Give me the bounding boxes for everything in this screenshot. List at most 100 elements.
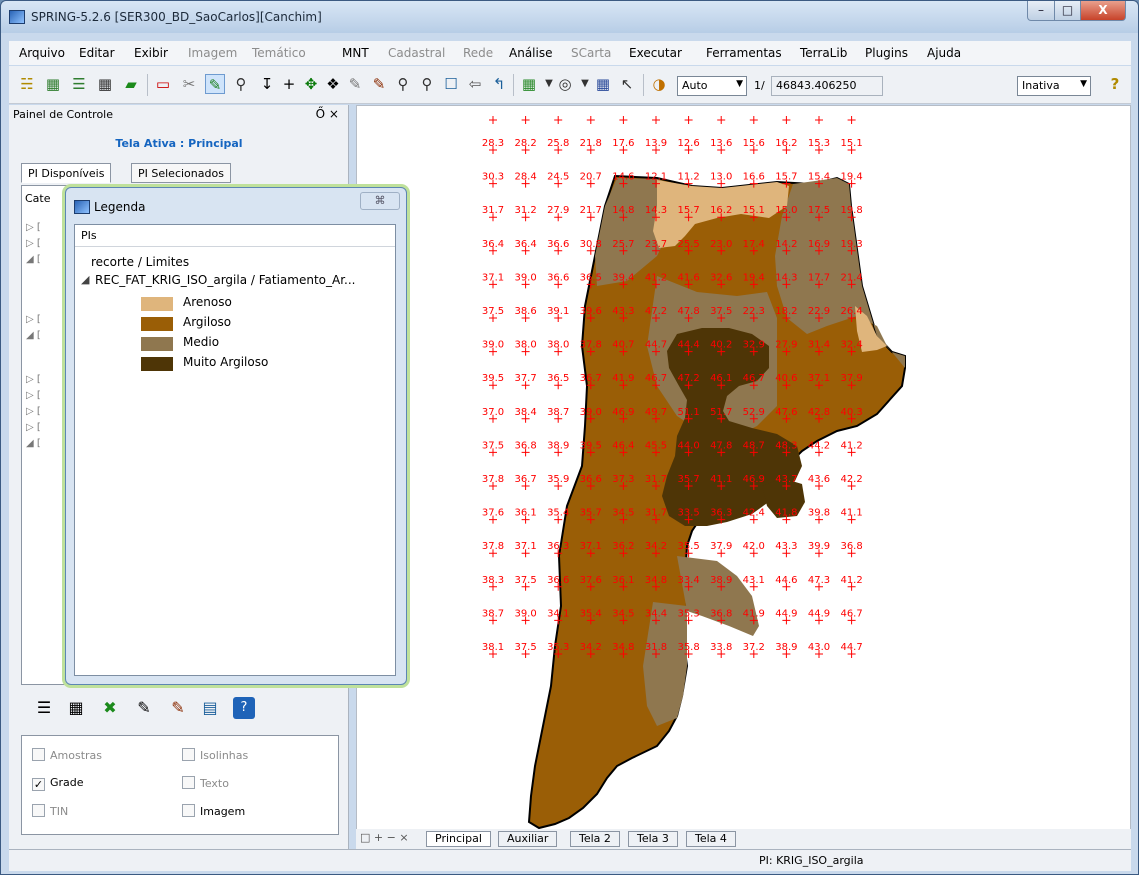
menu-terralib[interactable]: TerraLib bbox=[800, 46, 847, 60]
undo-icon[interactable]: ↰ bbox=[489, 74, 509, 94]
draw-active-icon[interactable]: ✎ bbox=[205, 74, 225, 94]
legend-item-limits[interactable]: recorte / Limites bbox=[91, 255, 189, 269]
menu-bar: Arquivo Editar Exibir Imagem Temático MN… bbox=[9, 41, 1131, 65]
project-icon[interactable]: ▦ bbox=[43, 74, 63, 94]
tab-pi-selecionados[interactable]: PI Selecionados bbox=[131, 163, 231, 183]
tree-collapse-icon[interactable]: ◢ [ bbox=[26, 254, 41, 265]
chevron-down-icon: ▼ bbox=[1080, 79, 1087, 89]
legend-collapse-icon[interactable]: ◢ bbox=[81, 273, 89, 286]
tab-tela-4[interactable]: Tela 4 bbox=[686, 831, 736, 847]
legend-window[interactable]: Legenda ⌘ PIs recorte / Limites ◢ REC_FA… bbox=[65, 187, 407, 685]
help-icon[interactable]: ? bbox=[233, 697, 255, 719]
tree-collapse-icon[interactable]: ◢ [ bbox=[26, 330, 41, 341]
checkbox-box bbox=[32, 804, 45, 817]
cut-icon[interactable]: ✂ bbox=[179, 74, 199, 94]
tree-expand-icon[interactable]: ▷ [ bbox=[26, 422, 41, 433]
map-svg: 28.3 28.2 25.8 21.8 17.6 13.9 12.6 13.6 15.6 16.2… bbox=[482, 116, 906, 830]
list-icon[interactable]: ☰ bbox=[33, 697, 55, 719]
menu-cadastral[interactable]: Cadastral bbox=[388, 46, 445, 60]
menu-plugins[interactable]: Plugins bbox=[865, 46, 908, 60]
tab-pi-disponiveis[interactable]: PI Disponíveis bbox=[21, 163, 112, 183]
menu-ajuda[interactable]: Ajuda bbox=[927, 46, 961, 60]
magnify-minus-icon[interactable]: ⚲ bbox=[417, 74, 437, 94]
frame-icon[interactable]: ▭ bbox=[153, 74, 173, 94]
tab-controls[interactable]: □ + − × bbox=[360, 831, 409, 844]
check-amostras[interactable]: Amostras bbox=[32, 748, 102, 762]
tree-expand-icon[interactable]: ▷ [ bbox=[26, 390, 41, 401]
back-arrow-icon[interactable]: ⇦ bbox=[465, 74, 485, 94]
tree-expand-icon[interactable]: ▷ [ bbox=[26, 406, 41, 417]
edit-icon[interactable]: ✎ bbox=[133, 697, 155, 719]
pencil-icon[interactable]: ✎ bbox=[369, 74, 389, 94]
check-label: Isolinhas bbox=[200, 749, 249, 762]
legend-item-slicing[interactable]: REC_FAT_KRIG_ISO_argila / Fatiamento_Ar.… bbox=[95, 273, 356, 287]
panel-float-close-icon[interactable]: Ő × bbox=[316, 107, 339, 121]
legend-class-label: Muito Argiloso bbox=[183, 355, 269, 369]
grid-cross bbox=[749, 116, 758, 124]
menu-ferramentas[interactable]: Ferramentas bbox=[706, 46, 782, 60]
book-icon[interactable]: ▤ bbox=[199, 697, 221, 719]
pan-icon[interactable]: ✥ bbox=[301, 74, 321, 94]
menu-exibir[interactable]: Exibir bbox=[134, 46, 168, 60]
polygon-icon[interactable]: ▰ bbox=[121, 74, 141, 94]
check-tin[interactable]: TIN bbox=[32, 804, 68, 818]
zoom-icon[interactable]: ⚲ bbox=[231, 74, 251, 94]
tree-expand-icon[interactable]: ▷ [ bbox=[26, 222, 41, 233]
title-bar[interactable]: SPRING-5.2.6 [SER300_BD_SaoCarlos][Canch… bbox=[1, 1, 1138, 33]
menu-executar[interactable]: Executar bbox=[629, 46, 682, 60]
menu-scarta[interactable]: SCarta bbox=[571, 46, 611, 60]
database-icon[interactable]: ☵ bbox=[17, 74, 37, 94]
tree-expand-icon[interactable]: ▷ [ bbox=[26, 314, 41, 325]
tab-principal[interactable]: Principal bbox=[426, 831, 491, 847]
check-grade[interactable]: ✓ Grade bbox=[32, 776, 84, 791]
minimize-button[interactable]: – bbox=[1027, 1, 1055, 21]
dropdown-arrow-icon[interactable]: ▼ bbox=[575, 74, 595, 94]
scale-field[interactable]: 46843.406250 bbox=[771, 76, 883, 96]
tree-expand-icon[interactable]: ▷ [ bbox=[26, 374, 41, 385]
grid-cross bbox=[554, 116, 563, 124]
check-label: Amostras bbox=[50, 749, 103, 762]
tab-tela-3[interactable]: Tela 3 bbox=[628, 831, 678, 847]
tree-collapse-icon[interactable]: ◢ [ bbox=[26, 438, 41, 449]
menu-imagem[interactable]: Imagem bbox=[188, 46, 237, 60]
tab-auxiliar[interactable]: Auxiliar bbox=[498, 831, 558, 847]
menu-analise[interactable]: Análise bbox=[509, 46, 552, 60]
tree-expand-icon[interactable]: ▷ [ bbox=[26, 238, 41, 249]
palette-icon[interactable]: ◑ bbox=[649, 74, 669, 94]
state-select[interactable]: Inativa ▼ bbox=[1017, 76, 1091, 96]
swatch-muito-argiloso bbox=[141, 357, 173, 371]
lasso-icon[interactable]: ☐ bbox=[441, 74, 461, 94]
map-canvas[interactable]: 28.3 28.2 25.8 21.8 17.6 13.9 12.6 13.6 15.6 16.2… bbox=[356, 105, 1131, 831]
menu-tematico[interactable]: Temático bbox=[252, 46, 306, 60]
zoom-extent-icon[interactable]: ↧ bbox=[257, 74, 277, 94]
menu-rede[interactable]: Rede bbox=[463, 46, 493, 60]
zoom-in-icon[interactable]: + bbox=[279, 74, 299, 94]
info-icon[interactable]: ❖ bbox=[323, 74, 343, 94]
menu-mnt[interactable]: MNT bbox=[342, 46, 369, 60]
close-button[interactable]: X bbox=[1080, 1, 1126, 21]
maximize-button[interactable]: □ bbox=[1054, 1, 1081, 21]
menu-arquivo[interactable]: Arquivo bbox=[19, 46, 65, 60]
measure-icon[interactable]: ◎ bbox=[555, 74, 575, 94]
tools-icon[interactable]: ✖ bbox=[99, 697, 121, 719]
select-cursor-icon[interactable]: ↖ bbox=[617, 74, 637, 94]
check-texto[interactable]: Texto bbox=[182, 776, 229, 790]
legend-close-button[interactable]: ⌘ bbox=[360, 192, 400, 210]
help-icon[interactable]: ? bbox=[1105, 74, 1125, 94]
check-imagem[interactable]: Imagem bbox=[182, 804, 245, 818]
layers-icon[interactable]: ☰ bbox=[69, 74, 89, 94]
cursor-icon[interactable]: ✎ bbox=[345, 74, 365, 94]
menu-editar[interactable]: Editar bbox=[79, 46, 115, 60]
grid-icon[interactable]: ▦ bbox=[95, 74, 115, 94]
region-medio bbox=[677, 556, 759, 636]
tab-tela-2[interactable]: Tela 2 bbox=[570, 831, 620, 847]
magnify-plus-icon[interactable]: ⚲ bbox=[393, 74, 413, 94]
table-icon[interactable]: ▦ bbox=[65, 697, 87, 719]
table-icon[interactable]: ▦ bbox=[593, 74, 613, 94]
check-isolinhas[interactable]: Isolinhas bbox=[182, 748, 248, 762]
layout-icon[interactable]: ▦ bbox=[519, 74, 539, 94]
zoom-mode-select[interactable]: Auto ▼ bbox=[677, 76, 747, 96]
pencil-icon[interactable]: ✎ bbox=[167, 697, 189, 719]
display-options: Amostras Isolinhas ✓ Grade Texto TIN Imag… bbox=[21, 735, 339, 835]
legend-header: PIs bbox=[75, 225, 395, 247]
